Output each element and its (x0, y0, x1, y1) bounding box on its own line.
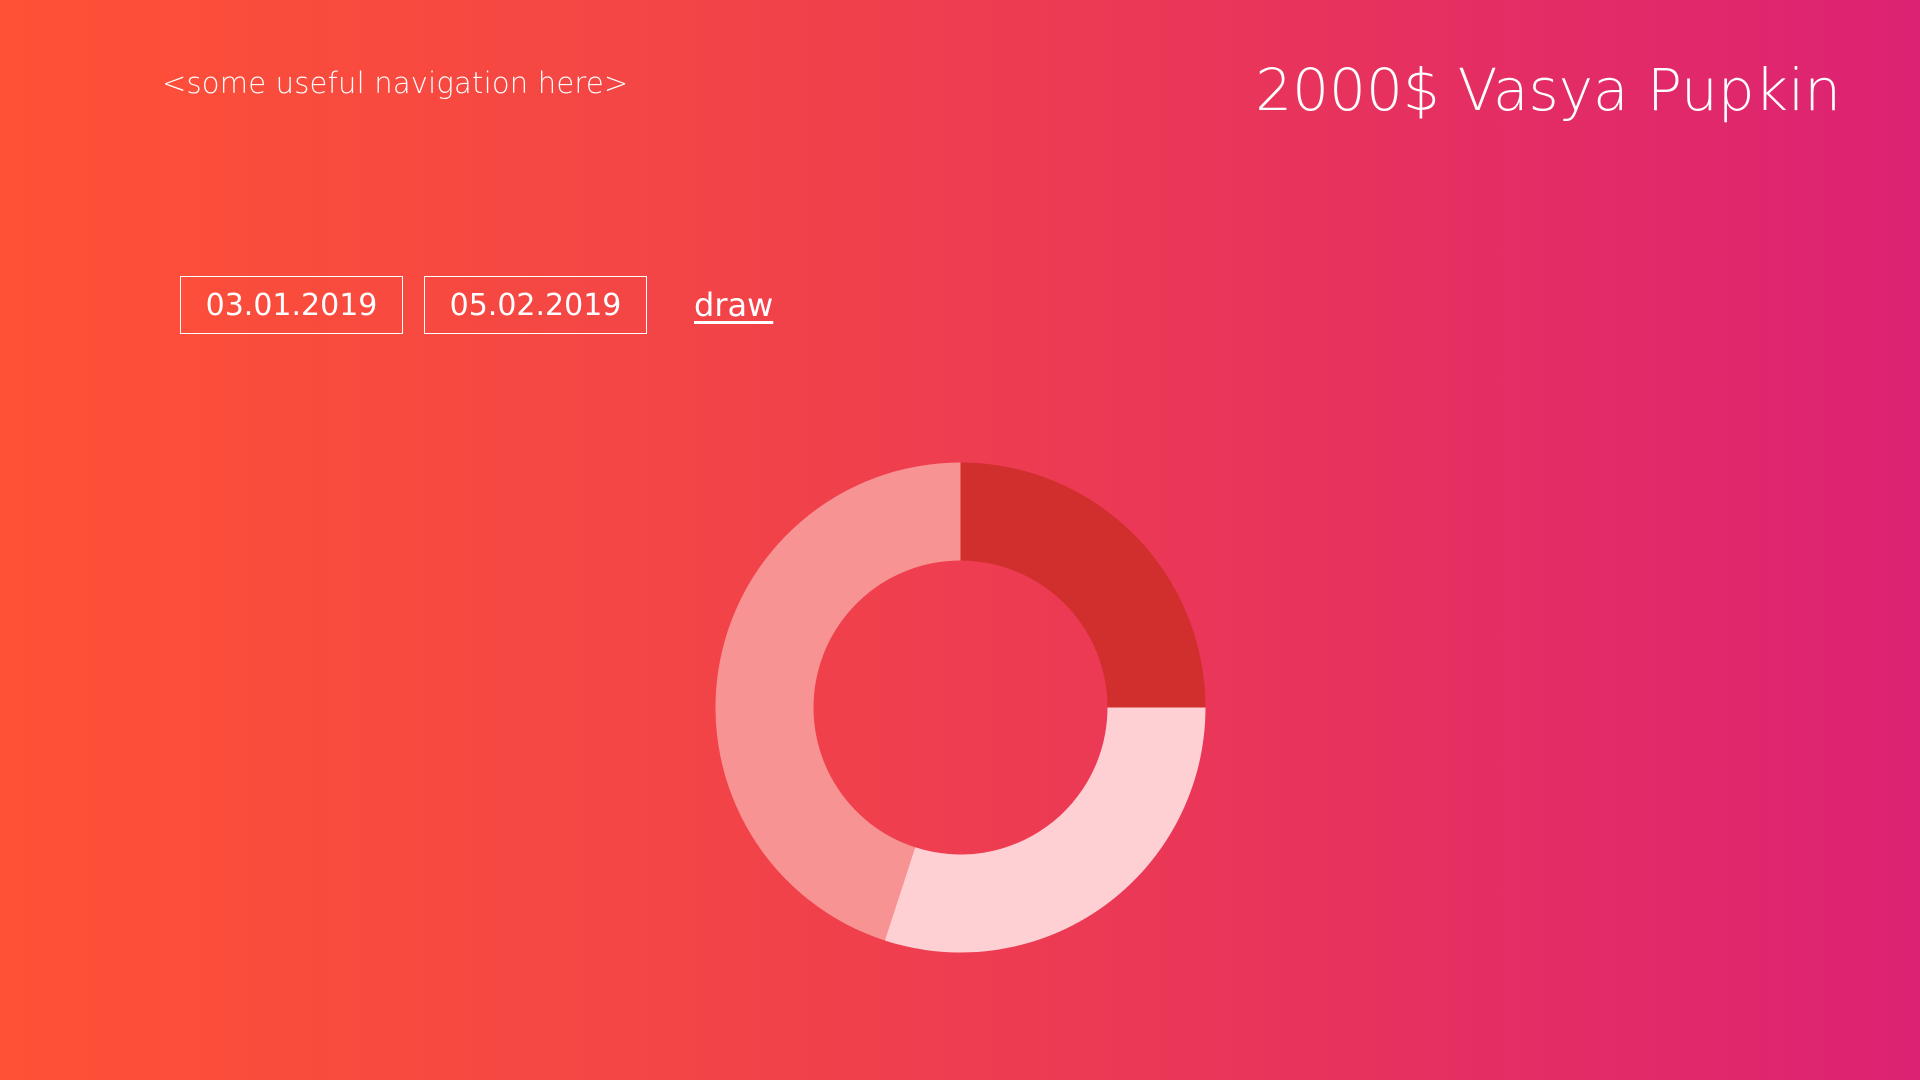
draw-link[interactable]: draw (694, 286, 773, 324)
end-date-input[interactable] (424, 276, 647, 334)
donut-slice-1 (960, 462, 1206, 708)
start-date-input[interactable] (180, 276, 403, 334)
user-name[interactable]: Vasya Pupkin (1458, 56, 1841, 124)
account-balance: 2000$ (1255, 56, 1440, 124)
donut-chart (715, 462, 1206, 953)
navigation-placeholder: <some useful navigation here> (162, 66, 629, 100)
donut-slice-2 (884, 707, 1206, 953)
donut-slices (715, 462, 1206, 953)
date-filter-bar: draw (180, 276, 773, 334)
user-info: 2000$ Vasya Pupkin (1255, 56, 1841, 124)
